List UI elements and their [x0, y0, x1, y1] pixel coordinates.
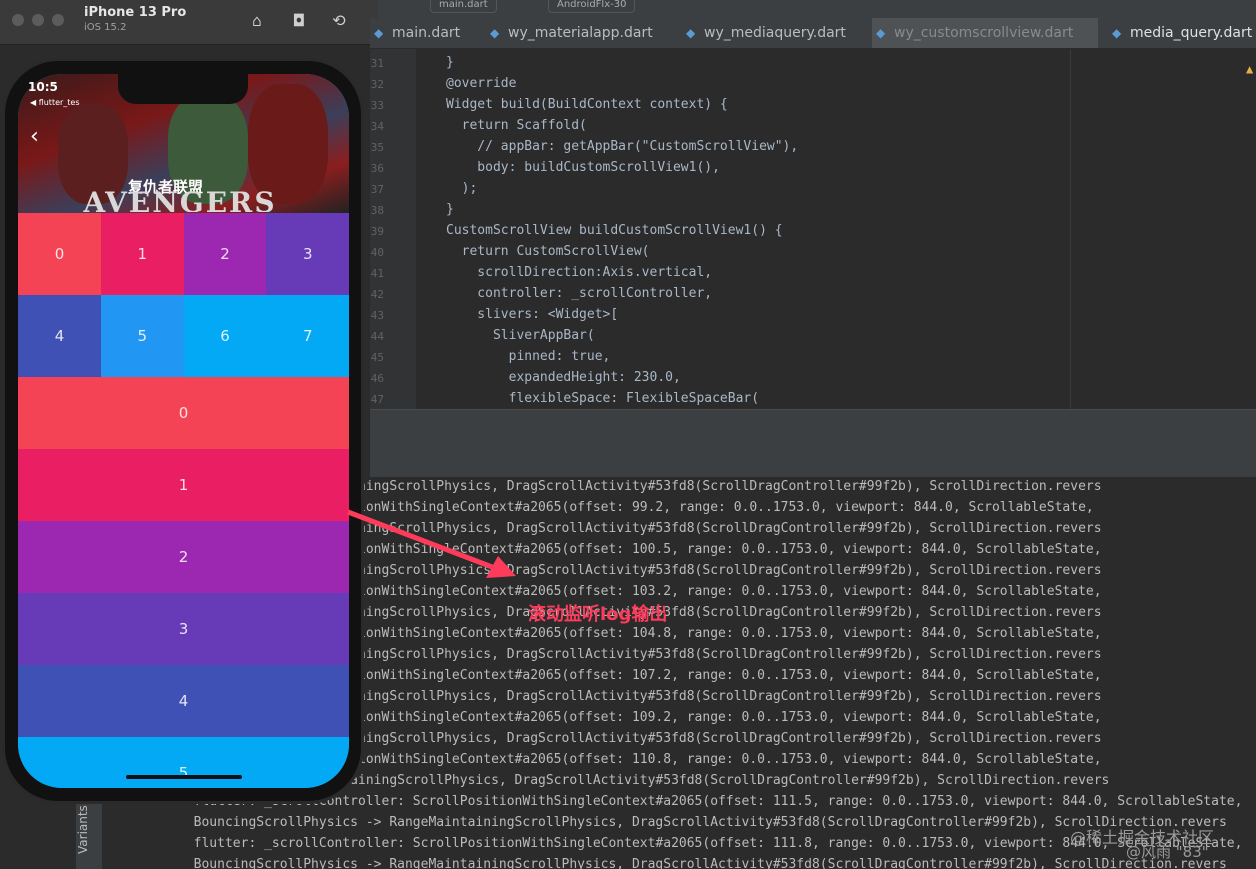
status-time: 10:5	[28, 80, 58, 94]
ide-toolbar: main.dart AndroidFlx-30	[378, 0, 1256, 18]
list-item[interactable]: 4	[18, 665, 349, 737]
dart-file-icon: ◆	[686, 26, 696, 40]
code-line: pinned: true,	[446, 349, 611, 364]
grid-tile[interactable]: 1	[100, 213, 184, 295]
tab-media-query[interactable]: ◆ media_query.dart	[1108, 18, 1256, 48]
code-line: SliverAppBar(	[446, 328, 595, 343]
poster-logo-text: AVENGERS	[83, 186, 277, 212]
code-line: Widget build(BuildContext context) {	[446, 97, 728, 112]
editor-tab-bar: ◆ main.dart ◆ wy_materialapp.dart ◆ wy_medi…	[370, 18, 1256, 49]
home-indicator[interactable]	[126, 775, 242, 779]
grid-tile[interactable]: 7	[266, 295, 349, 377]
code-line: controller: _scrollController,	[446, 286, 713, 301]
line-number: 35	[370, 141, 384, 154]
run-config-main[interactable]: main.dart	[430, 0, 497, 13]
device-selector[interactable]: AndroidFlx-30	[548, 0, 636, 13]
grid-tile[interactable]: 4	[18, 295, 101, 377]
arrow-shaft	[347, 509, 501, 573]
line-number: 34	[370, 120, 384, 133]
warning-icon[interactable]: ▲	[1246, 62, 1253, 76]
grid-tile[interactable]: 5	[100, 295, 184, 377]
line-number: 44	[370, 330, 384, 343]
annotation-arrow	[347, 509, 516, 578]
tab-wy-mediaquery[interactable]: ◆ wy_mediaquery.dart	[682, 18, 876, 48]
code-line: flexibleSpace: FlexibleSpaceBar(	[446, 391, 760, 406]
line-number: 36	[370, 162, 384, 175]
line-number: 41	[370, 267, 384, 280]
code-line: CustomScrollView buildCustomScrollView1(…	[446, 223, 783, 238]
line-number: 39	[370, 225, 384, 238]
dart-file-icon: ◆	[1112, 26, 1122, 40]
line-number: 31	[370, 57, 384, 70]
back-chevron-icon[interactable]: ‹	[30, 124, 39, 149]
list-item[interactable]: 0	[18, 377, 349, 449]
code-line: );	[446, 181, 478, 196]
simulator-device-name: iPhone 13 Pro	[84, 5, 187, 20]
line-number: 33	[370, 99, 384, 112]
code-line: slivers: <Widget>[	[446, 307, 619, 322]
right-margin-guide	[1070, 49, 1071, 409]
watermark-author: @风雨 "83"	[1126, 843, 1209, 861]
line-number: 32	[370, 78, 384, 91]
dart-file-icon: ◆	[876, 26, 886, 40]
code-line: scrollDirection:Axis.vertical,	[446, 265, 713, 280]
code-line: return Scaffold(	[446, 118, 587, 133]
line-number: 40	[370, 246, 384, 259]
code-line: expandedHeight: 230.0,	[446, 370, 681, 385]
minimize-window-button[interactable]	[32, 14, 44, 26]
dart-file-icon: ◆	[490, 26, 500, 40]
grid-tile[interactable]: 3	[266, 213, 349, 295]
annotation-label: 滚动监听log输出	[528, 604, 668, 625]
line-number-gutter: 31 32 33 34 35 36 37 38 39 40 41 42 43 44 45 46 47	[370, 49, 416, 409]
tab-main-dart[interactable]: ◆ main.dart	[370, 18, 492, 48]
line-number: 47	[370, 393, 384, 406]
code-line: body: buildCustomScrollView1(),	[446, 160, 720, 175]
line-number: 46	[370, 372, 384, 385]
phone-notch	[118, 74, 248, 104]
list-item[interactable]: 3	[18, 593, 349, 665]
tab-wy-customscrollview[interactable]: ◆ wy_customscrollview.dart	[872, 18, 1098, 48]
close-window-button[interactable]	[12, 14, 24, 26]
list-item[interactable]: 5	[18, 737, 349, 788]
line-number: 37	[370, 183, 384, 196]
status-back-to-app[interactable]: ◀ flutter_tes	[30, 98, 80, 107]
dart-file-icon: ◆	[374, 26, 384, 40]
code-line: }	[446, 55, 454, 70]
grid-tile[interactable]: 6	[183, 295, 267, 377]
rotate-icon[interactable]: ⟲	[328, 10, 350, 32]
grid-tile[interactable]: 2	[183, 213, 267, 295]
log-line: flutter: _scrollController: ScrollPositi…	[178, 794, 1243, 809]
line-number: 38	[370, 204, 384, 217]
list-item[interactable]: 2	[18, 521, 349, 593]
line-number: 42	[370, 288, 384, 301]
line-number: 43	[370, 309, 384, 322]
home-icon[interactable]: ⌂	[246, 10, 268, 32]
code-line: // appBar: getAppBar("CustomScrollView")…	[446, 139, 799, 154]
grid-tile[interactable]: 0	[18, 213, 101, 295]
code-line: return CustomScrollView(	[446, 244, 650, 259]
list-item[interactable]: 1	[18, 449, 349, 521]
panel-splitter[interactable]	[370, 409, 1256, 478]
zoom-window-button[interactable]	[52, 14, 64, 26]
log-line: BouncingScrollPhysics -> RangeMaintainin…	[178, 857, 1227, 869]
code-editor[interactable]: 31 32 33 34 35 36 37 38 39 40 41 42 43 44 45 46 47 } @ove…	[370, 49, 1256, 409]
code-line: @override	[446, 76, 517, 91]
code-line: }	[446, 202, 454, 217]
simulator-title-bar: iPhone 13 Pro iOS 15.2 ⌂ ◘ ⟲	[0, 0, 378, 45]
tab-wy-materialapp[interactable]: ◆ wy_materialapp.dart	[486, 18, 688, 48]
line-number: 45	[370, 351, 384, 364]
screenshot-icon[interactable]: ◘	[288, 10, 310, 32]
variants-tool-button[interactable]: Variants	[76, 795, 102, 865]
simulator-os-version: iOS 15.2	[84, 22, 127, 33]
